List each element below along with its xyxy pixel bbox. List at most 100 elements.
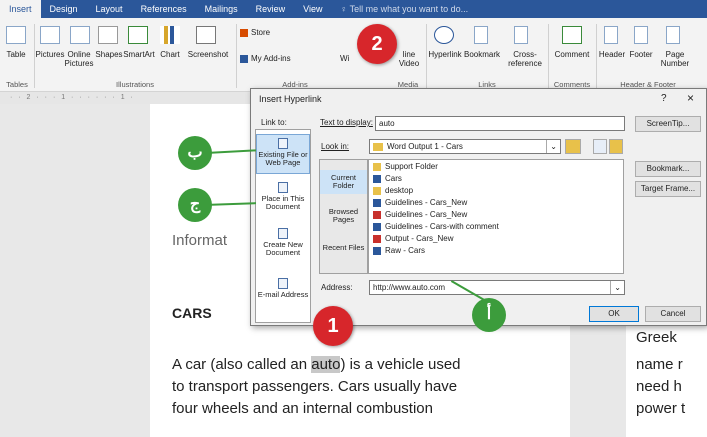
- page-number-button[interactable]: Page Number: [656, 50, 694, 68]
- word-file-icon: [373, 247, 381, 255]
- list-item[interactable]: Guidelines - Cars_New: [373, 198, 467, 208]
- callout-ba-badge: ب: [178, 136, 212, 170]
- text-to-display-label: Text to display:: [320, 118, 373, 127]
- smartart-icon: [128, 26, 148, 44]
- ok-button[interactable]: OK: [589, 306, 639, 322]
- wikipedia-button[interactable]: Wi: [340, 54, 349, 63]
- paragraph-line: Greek: [636, 329, 677, 346]
- chart-button[interactable]: Chart: [156, 50, 184, 59]
- link-option-email[interactable]: E-mail Address: [256, 278, 310, 299]
- list-item[interactable]: Support Folder: [373, 162, 438, 172]
- pdf-file-icon: [373, 235, 381, 243]
- tab-design[interactable]: Design: [41, 0, 87, 18]
- hyperlink-button[interactable]: Hyperlink: [426, 50, 464, 59]
- file-name: Guidelines - Cars_New: [385, 198, 468, 207]
- file-name: desktop: [385, 186, 414, 195]
- file-name: Cars: [385, 174, 402, 183]
- file-name: Guidelines - Cars-with comment: [385, 222, 499, 231]
- ribbon-tab-bar: Insert Design Layout References Mailings…: [0, 0, 707, 18]
- group-label-illustrations: Illustrations: [116, 80, 154, 89]
- link-option-place-in-document[interactable]: Place in This Document: [256, 182, 310, 211]
- paragraph-line: name r: [636, 356, 683, 373]
- paragraph-text: ) is a vehicle used: [340, 356, 461, 373]
- shapes-button[interactable]: Shapes: [94, 50, 124, 59]
- chart-icon: [160, 26, 180, 44]
- store-icon: [240, 28, 248, 37]
- tab-current-folder[interactable]: Current Folder: [320, 170, 367, 194]
- link-option-create-new[interactable]: Create New Document: [256, 228, 310, 257]
- word-file-icon: [373, 199, 381, 207]
- my-addins-label: My Add-ins: [251, 54, 291, 63]
- browse-file-icon[interactable]: [609, 139, 623, 154]
- online-video-button[interactable]: line Video: [398, 50, 420, 68]
- bookmark-ribbon-button[interactable]: Bookmark: [462, 50, 502, 59]
- footer-button[interactable]: Footer: [628, 50, 654, 59]
- tab-review[interactable]: Review: [247, 0, 295, 18]
- tell-me-text: Tell me what you want to do...: [349, 4, 469, 14]
- link-to-panel: Existing File or Web Page Place in This …: [255, 129, 311, 323]
- browse-web-icon[interactable]: [593, 139, 607, 154]
- screenshot-icon: [196, 26, 216, 44]
- screentip-button[interactable]: ScreenTip...: [635, 116, 701, 132]
- tab-mailings[interactable]: Mailings: [196, 0, 247, 18]
- address-value: http://www.auto.com: [373, 283, 446, 292]
- tab-layout[interactable]: Layout: [87, 0, 132, 18]
- cars-heading: CARS: [172, 305, 212, 321]
- link-option-existing-file[interactable]: Existing File or Web Page: [256, 134, 310, 174]
- pdf-file-icon: [373, 211, 381, 219]
- online-pictures-icon: [70, 26, 90, 44]
- target-frame-button[interactable]: Target Frame...: [635, 181, 701, 197]
- up-folder-icon[interactable]: [565, 139, 581, 154]
- list-item[interactable]: Guidelines - Cars-with comment: [373, 222, 499, 232]
- pictures-button[interactable]: Pictures: [34, 50, 66, 59]
- cancel-button[interactable]: Cancel: [645, 306, 701, 322]
- folder-icon: [373, 187, 381, 195]
- list-item[interactable]: Output - Cars_New: [373, 234, 453, 244]
- look-in-dropdown[interactable]: Word Output 1 - Cars ⌄: [369, 139, 561, 154]
- lightbulb-icon: ♀: [340, 4, 348, 14]
- bookmark-button[interactable]: Bookmark...: [635, 161, 701, 177]
- callout-jeem-badge: ج: [178, 188, 212, 222]
- file-name: Support Folder: [385, 162, 438, 171]
- list-item[interactable]: Cars: [373, 174, 402, 184]
- store-button[interactable]: Store: [240, 28, 270, 37]
- close-button[interactable]: ×: [687, 91, 694, 105]
- address-input[interactable]: http://www.auto.com ⌄: [369, 280, 625, 295]
- list-item[interactable]: desktop: [373, 186, 413, 196]
- header-button[interactable]: Header: [598, 50, 626, 59]
- my-addins-button[interactable]: My Add-ins: [240, 54, 291, 63]
- chevron-down-icon[interactable]: ⌄: [546, 140, 560, 153]
- look-in-label: Look in:: [321, 142, 350, 151]
- divider: [548, 24, 549, 88]
- text-to-display-input[interactable]: auto: [375, 116, 625, 131]
- tab-insert[interactable]: Insert: [0, 0, 41, 18]
- file-name: Raw - Cars: [385, 246, 426, 255]
- selected-word[interactable]: auto: [311, 356, 341, 373]
- hyperlink-icon: [434, 26, 454, 44]
- list-item[interactable]: Raw - Cars: [373, 246, 425, 256]
- pictures-icon: [40, 26, 60, 44]
- tab-recent-files[interactable]: Recent Files: [320, 244, 367, 252]
- chevron-down-icon[interactable]: ⌄: [610, 281, 624, 294]
- link-option-label: Place in This Document: [261, 194, 305, 211]
- comment-icon: [562, 26, 582, 44]
- document-anchor-icon: [278, 182, 288, 193]
- table-button[interactable]: Table: [4, 50, 28, 59]
- smartart-button[interactable]: SmartArt: [122, 50, 156, 59]
- store-label: Store: [251, 28, 271, 37]
- file-name: Output - Cars_New: [385, 234, 454, 243]
- list-item[interactable]: Guidelines - Cars_New: [373, 210, 467, 220]
- online-pictures-button[interactable]: Online Pictures: [64, 50, 94, 68]
- tell-me-search[interactable]: ♀ Tell me what you want to do...: [331, 0, 477, 18]
- link-option-label: Existing File or Web Page: [258, 150, 308, 167]
- tab-browsed-pages[interactable]: Browsed Pages: [320, 208, 367, 224]
- tab-view[interactable]: View: [294, 0, 331, 18]
- word-file-icon: [373, 223, 381, 231]
- screenshot-button[interactable]: Screenshot: [184, 50, 232, 59]
- help-button[interactable]: ?: [661, 93, 667, 104]
- comment-button[interactable]: Comment: [550, 50, 594, 59]
- tab-references[interactable]: References: [132, 0, 196, 18]
- cross-reference-button[interactable]: Cross-reference: [504, 50, 546, 68]
- paragraph-line: power t: [636, 400, 686, 417]
- paragraph-text: A car (also called an: [172, 356, 312, 373]
